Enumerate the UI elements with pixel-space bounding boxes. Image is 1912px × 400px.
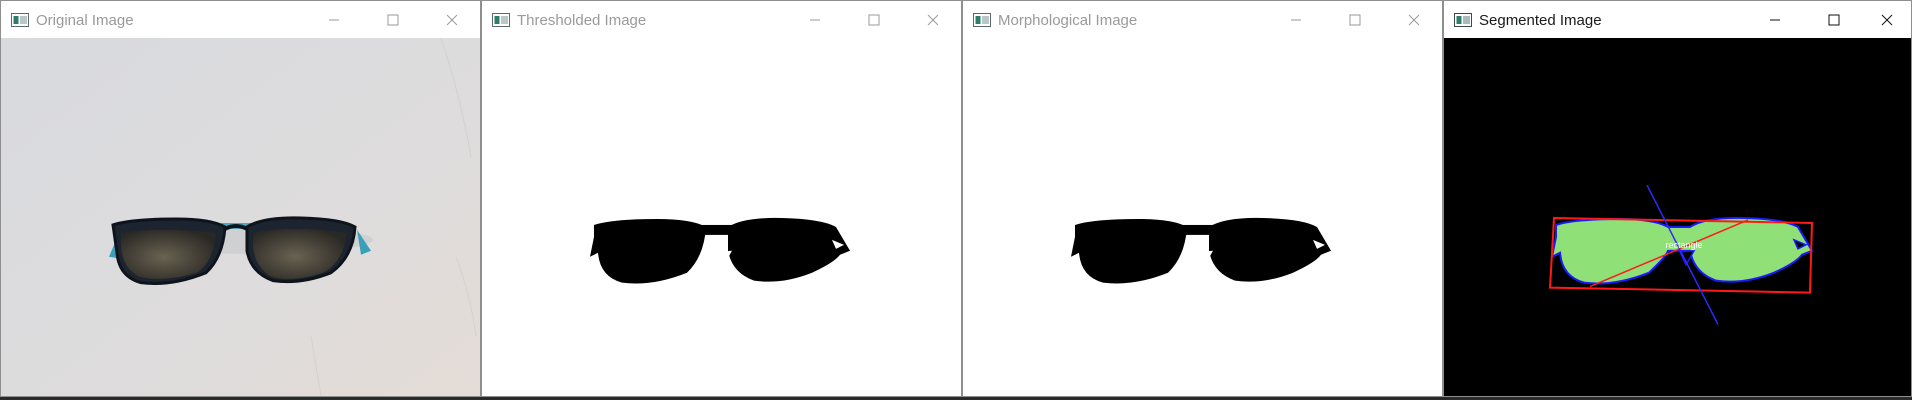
overlay-label: rectangle [1665, 240, 1702, 250]
app-window-icon [492, 13, 510, 27]
maximize-icon [1349, 14, 1361, 25]
minimize-button[interactable] [1752, 1, 1798, 38]
close-icon [1408, 14, 1420, 25]
table-surface [1, 38, 480, 396]
maximize-icon [387, 14, 399, 25]
maximize-button[interactable] [1332, 1, 1378, 38]
app-window-icon [973, 13, 991, 27]
minimize-icon [1770, 19, 1780, 20]
window-title: Thresholded Image [517, 12, 647, 29]
window-title: Original Image [36, 12, 134, 29]
window-title: Segmented Image [1479, 12, 1602, 29]
maximize-button[interactable] [370, 1, 416, 38]
minimize-button[interactable] [1273, 1, 1319, 38]
window-title: Morphological Image [998, 12, 1138, 29]
minimize-icon [1291, 19, 1301, 20]
maximize-icon [868, 14, 880, 25]
original-image-canvas [1, 38, 480, 396]
window-original-image[interactable]: Original Image [0, 0, 481, 397]
thresholded-image-canvas [482, 38, 961, 396]
window-segmented-image[interactable]: Segmented Image rectangle [1443, 0, 1912, 397]
window-morphological-image[interactable]: Morphological Image [962, 0, 1443, 397]
titlebar[interactable]: Thresholded Image [482, 1, 961, 38]
titlebar[interactable]: Original Image [1, 1, 480, 38]
minimize-button[interactable] [792, 1, 838, 38]
segmented-background [1444, 38, 1911, 396]
app-window-icon [11, 13, 29, 27]
close-button[interactable] [1391, 1, 1437, 38]
minimize-icon [810, 19, 820, 20]
maximize-button[interactable] [851, 1, 897, 38]
window-thresholded-image[interactable]: Thresholded Image [481, 0, 962, 397]
close-button[interactable] [910, 1, 956, 38]
close-button[interactable] [429, 1, 475, 38]
titlebar[interactable]: Segmented Image [1444, 1, 1911, 38]
morphological-image-canvas [963, 38, 1442, 396]
minimize-button[interactable] [311, 1, 357, 38]
close-icon [927, 14, 939, 25]
minimize-icon [329, 19, 339, 20]
close-button[interactable] [1864, 1, 1910, 38]
titlebar[interactable]: Morphological Image [963, 1, 1442, 38]
app-window-icon [1454, 13, 1472, 27]
segmented-image-canvas: rectangle [1444, 38, 1911, 396]
close-icon [446, 14, 458, 25]
maximize-button[interactable] [1811, 1, 1857, 38]
close-icon [1881, 14, 1893, 25]
maximize-icon [1828, 14, 1840, 25]
